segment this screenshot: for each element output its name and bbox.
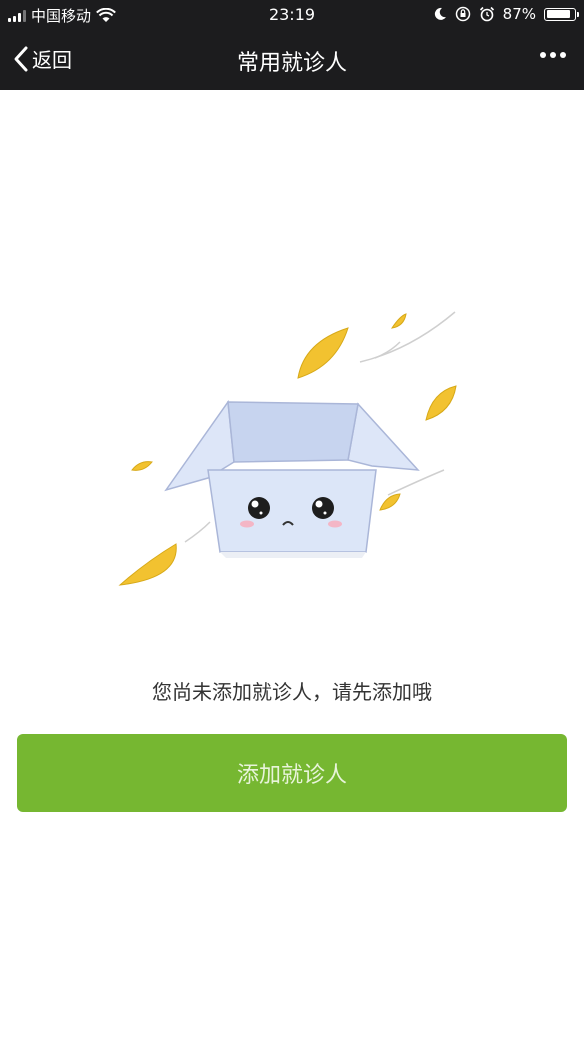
back-button[interactable]: 返回	[12, 44, 72, 73]
battery-fill	[546, 10, 570, 18]
status-right: 87%	[433, 5, 579, 23]
empty-state-message: 您尚未添加就诊人，请先添加哦	[152, 680, 432, 704]
add-patient-button[interactable]: 添加就诊人	[17, 734, 567, 812]
chevron-left-icon	[14, 46, 28, 71]
more-icon[interactable]	[540, 52, 566, 58]
moon-icon	[434, 7, 446, 20]
battery-percent: 87%	[502, 5, 536, 23]
empty-box-icon	[118, 311, 457, 586]
alarm-icon	[479, 6, 494, 22]
navigation-bar: 返回 常用就诊人	[0, 30, 584, 90]
add-patient-label: 添加就诊人	[236, 763, 347, 788]
page-title: 常用就诊人	[236, 51, 347, 76]
back-label: 返回	[32, 48, 72, 72]
rotation-lock-icon	[455, 6, 470, 22]
battery-icon	[544, 7, 579, 21]
status-bar: 中国移动 23:19 87%	[0, 0, 584, 30]
